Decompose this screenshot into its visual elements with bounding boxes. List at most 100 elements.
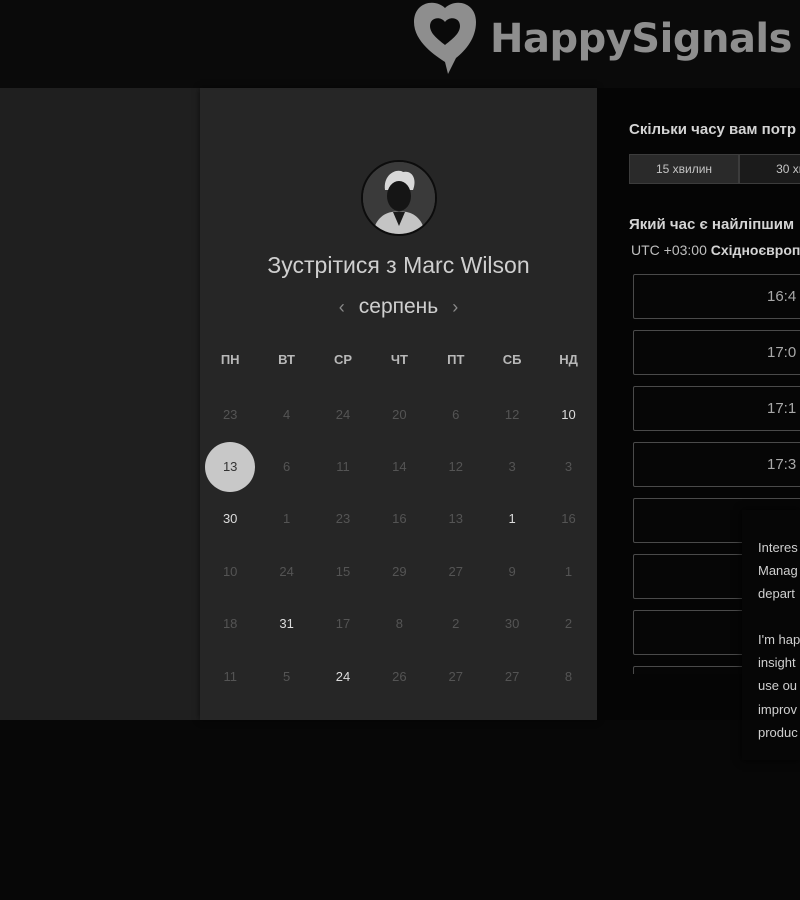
- popup-text-line: insight: [758, 655, 796, 670]
- calendar-day[interactable]: 9: [484, 545, 540, 597]
- chevron-left-icon[interactable]: ‹: [325, 297, 359, 318]
- calendar-day[interactable]: 2: [540, 598, 596, 650]
- host-portrait-icon: [363, 162, 435, 234]
- calendar-day-number: 24: [279, 563, 294, 579]
- calendar-day[interactable]: 27: [484, 650, 540, 702]
- calendar-day[interactable]: 12: [484, 388, 540, 440]
- calendar-day-number: 10: [222, 563, 238, 579]
- weekday-label: ПТ: [447, 352, 465, 367]
- calendar-day[interactable]: 20: [371, 388, 427, 440]
- month-navigation: ‹ серпень ›: [200, 295, 597, 319]
- calendar-day-number: 10: [561, 406, 576, 422]
- calendar-day-number: 16: [561, 511, 576, 527]
- calendar-day[interactable]: 8: [371, 598, 427, 650]
- calendar-day[interactable]: 30: [202, 493, 258, 545]
- timezone-label[interactable]: UTC +03:00 Східноєвроп: [631, 242, 800, 258]
- calendar-day[interactable]: 27: [428, 650, 484, 702]
- top-header: HappySignals: [0, 0, 800, 88]
- calendar-day-number: 3: [508, 459, 516, 475]
- calendar-day-number: 6: [282, 459, 291, 475]
- calendar-day[interactable]: 12: [428, 440, 484, 492]
- calendar-day[interactable]: 6: [428, 388, 484, 440]
- calendar-day[interactable]: 15: [315, 545, 371, 597]
- calendar-day-number: 31: [279, 616, 294, 632]
- calendar-day-number: 27: [448, 563, 463, 579]
- calendar-day[interactable]: 26: [371, 650, 427, 702]
- calendar-day-number: 12: [448, 459, 463, 475]
- calendar-day[interactable]: 31: [258, 598, 314, 650]
- host-avatar: [361, 160, 437, 236]
- calendar-day[interactable]: 8: [540, 650, 596, 702]
- calendar-day-number: 8: [564, 668, 573, 684]
- calendar-day-number: 5: [282, 668, 291, 684]
- weekday-label: НД: [559, 352, 578, 367]
- calendar-day[interactable]: 1: [484, 493, 540, 545]
- calendar-day-number: 11: [336, 459, 350, 475]
- calendar-day[interactable]: 27: [428, 545, 484, 597]
- chevron-right-icon[interactable]: ›: [438, 297, 472, 318]
- calendar-day[interactable]: 14: [371, 440, 427, 492]
- calendar-day[interactable]: 16: [540, 493, 596, 545]
- calendar-day[interactable]: 10: [202, 545, 258, 597]
- calendar-day[interactable]: 23: [315, 493, 371, 545]
- weekday-label: ВТ: [278, 352, 295, 367]
- calendar-day-number: 15: [335, 563, 351, 579]
- calendar-day-number: 27: [448, 668, 463, 684]
- calendar-day[interactable]: 13: [428, 493, 484, 545]
- calendar-day[interactable]: 24: [315, 650, 371, 702]
- duration-question: Скільки часу вам потр: [629, 121, 797, 138]
- calendar-day-number: 2: [564, 616, 573, 632]
- calendar-day[interactable]: 11: [315, 440, 371, 492]
- calendar-day[interactable]: 18: [202, 598, 258, 650]
- calendar-day-number: 24: [335, 406, 351, 422]
- calendar-day[interactable]: 16: [371, 493, 427, 545]
- calendar-day-number: 11: [223, 668, 237, 684]
- happysignals-logo[interactable]: HappySignals: [408, 0, 792, 78]
- calendar-day[interactable]: 1: [258, 493, 314, 545]
- calendar-day[interactable]: 2: [428, 598, 484, 650]
- calendar-day-number: 4: [282, 406, 291, 422]
- calendar-day-number: 23: [335, 511, 351, 527]
- duration-option[interactable]: 15 хвилин: [629, 154, 739, 184]
- calendar-day[interactable]: 3: [484, 440, 540, 492]
- time-slot-button[interactable]: 16:4: [633, 274, 800, 319]
- time-slot-button[interactable]: 17:1: [633, 386, 800, 431]
- calendar-day[interactable]: 10: [540, 388, 596, 440]
- timezone-name: Східноєвроп: [710, 242, 800, 258]
- time-slot-button[interactable]: 17:0: [633, 330, 800, 375]
- duration-options: 15 хвилин30 хви: [629, 154, 800, 184]
- calendar-day[interactable]: 24: [315, 388, 371, 440]
- calendar-day[interactable]: 1: [540, 545, 596, 597]
- time-slot-button[interactable]: 17:3: [633, 442, 800, 487]
- calendar-day[interactable]: 3: [540, 440, 596, 492]
- calendar-day-number: 3: [564, 459, 573, 475]
- calendar-day-number: 30: [222, 511, 238, 527]
- heart-speech-bubble-icon: [414, 2, 476, 75]
- calendar-day-number: 20: [392, 406, 407, 422]
- weekday-label: СР: [333, 352, 352, 367]
- calendar-day-number: 17: [335, 616, 351, 632]
- calendar-day[interactable]: 29: [371, 545, 427, 597]
- popup-text-line: depart: [758, 586, 795, 601]
- calendar-day[interactable]: 23: [202, 388, 258, 440]
- calendar-day-number: 6: [452, 406, 460, 422]
- calendar-day[interactable]: 5: [258, 650, 314, 702]
- calendar-day-number: 13: [222, 459, 238, 475]
- duration-option[interactable]: 30 хви: [739, 154, 800, 184]
- calendar-day[interactable]: 17: [315, 598, 371, 650]
- calendar-day[interactable]: 30: [484, 598, 540, 650]
- calendar-day-number: 16: [392, 511, 407, 527]
- calendar-day[interactable]: 11: [202, 650, 258, 702]
- calendar-day-number: 14: [392, 459, 407, 475]
- calendar-day-number: 1: [564, 563, 573, 579]
- popup-text-line: Interes: [758, 540, 798, 555]
- chat-popup[interactable]: Interes Manag depart I'm hap insight use ou im…: [742, 510, 800, 760]
- calendar-day[interactable]: 6: [258, 440, 314, 492]
- calendar-day-number: 29: [392, 563, 407, 579]
- calendar-day[interactable]: 4: [258, 388, 314, 440]
- popup-text-line: use ou: [758, 678, 798, 693]
- calendar-grid: 23 4 24 20 6 12 10 13 6 11 14 12 3 3 30 1 23 16 13 1 16 10 24 1…: [202, 388, 597, 702]
- calendar-day[interactable]: 24: [258, 545, 314, 597]
- calendar-day-selected[interactable]: 13: [202, 440, 258, 492]
- calendar-day-number: 1: [282, 511, 291, 527]
